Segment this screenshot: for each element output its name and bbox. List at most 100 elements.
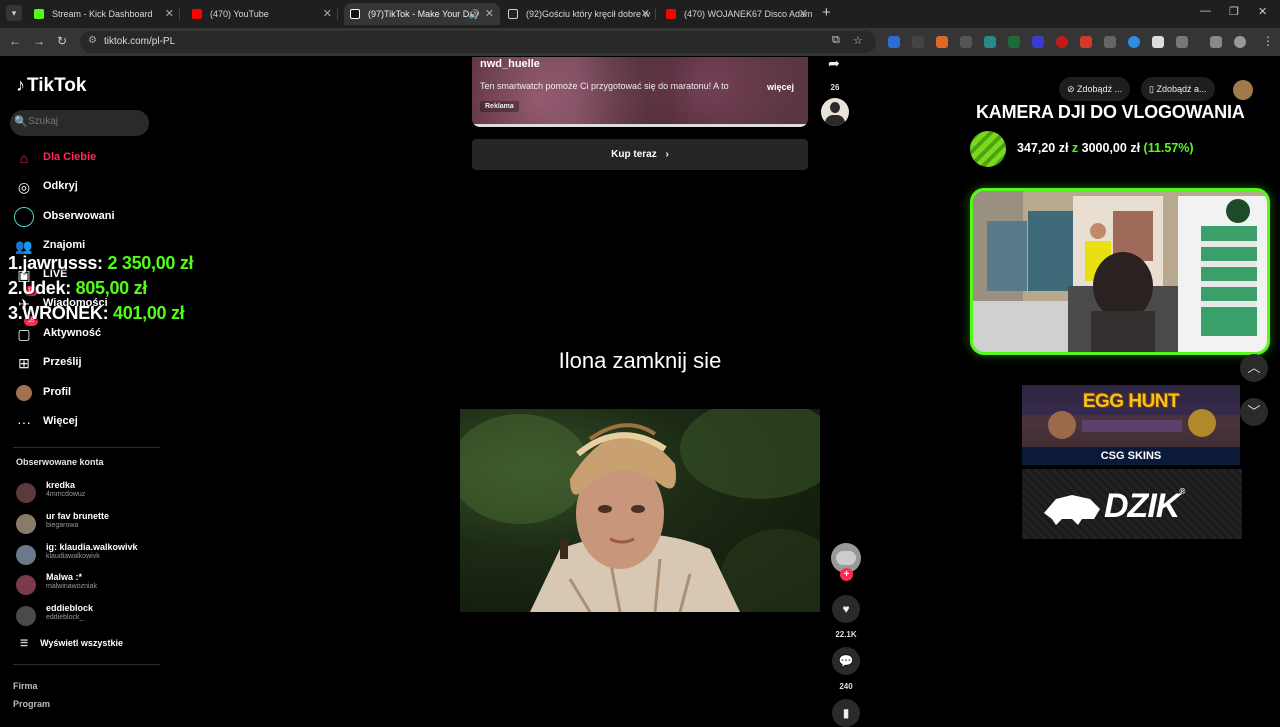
browser-tab[interactable]: (470) WOJANEK67 Disco Adam ✕ — [660, 3, 814, 25]
buy-now-button[interactable]: Kup teraz › — [472, 139, 808, 170]
donor-amount: 2 350,00 zł — [107, 253, 194, 273]
site-info-icon[interactable]: ⚙ — [88, 35, 97, 46]
browser-tab[interactable]: Stream - Kick Dashboard ✕ — [28, 3, 180, 25]
window-close-icon[interactable]: ✕ — [1258, 5, 1267, 18]
tab-close-icon[interactable]: ✕ — [641, 3, 650, 25]
footer-link-company[interactable]: Firma — [13, 681, 38, 691]
ad-username[interactable]: nwd_huelle — [480, 58, 540, 70]
tab-title: (470) YouTube — [210, 9, 269, 19]
show-all-button[interactable]: ☰ Wyświetl wszystkie — [20, 638, 123, 649]
extension-icon[interactable] — [1080, 36, 1092, 48]
browser-tab-active[interactable]: (97)TikTok - Make Your Day 🔊 ✕ — [344, 3, 500, 25]
share-icon[interactable]: ➦ — [820, 49, 848, 77]
followed-account[interactable]: ur fav brunette biegarowa — [16, 511, 166, 537]
extension-icon[interactable] — [1128, 36, 1140, 48]
search-input[interactable] — [28, 116, 146, 127]
account-name: ig: klaudia.walkowivk — [46, 542, 138, 552]
comment-icon[interactable]: 💬 — [832, 647, 860, 675]
new-tab-button[interactable]: + — [822, 4, 831, 21]
url-text[interactable]: tiktok.com/pl-PL — [104, 36, 175, 47]
forward-icon[interactable]: → — [33, 34, 45, 48]
extensions-puzzle-icon[interactable] — [1176, 36, 1188, 48]
sponsor-banner-dzik[interactable]: DZIK® — [1022, 469, 1242, 539]
bookmark-star-icon[interactable]: ☆ — [853, 34, 863, 47]
extension-icon[interactable] — [912, 36, 924, 48]
followed-account[interactable]: ig: klaudia.walkowivk klaudiawalkowivk — [16, 542, 166, 568]
back-icon[interactable]: ← — [9, 34, 21, 48]
tab-title: (470) WOJANEK67 Disco Adam — [684, 9, 813, 19]
reading-list-icon[interactable] — [1210, 36, 1222, 48]
install-app-icon[interactable]: ⧉ — [832, 34, 840, 47]
registered-mark: ® — [1179, 487, 1185, 496]
search-icon: 🔍 — [14, 116, 28, 128]
tab-close-icon[interactable]: ✕ — [165, 3, 174, 25]
profile-avatar-icon — [16, 385, 32, 401]
address-bar[interactable]: ⚙ tiktok.com/pl-PL ⧉ ☆ — [80, 31, 876, 53]
sponsor-banner-csgo-skins[interactable]: EGG HUNT CSG SKINS — [1022, 385, 1240, 465]
donor-amount: 805,00 zł — [75, 278, 148, 298]
extension-icon[interactable] — [1032, 36, 1044, 48]
nav-label: Znajomi — [43, 239, 86, 251]
kick-favicon-icon — [34, 9, 44, 19]
extension-icon[interactable] — [1056, 36, 1068, 48]
donor-leaderboard-row: 1.jawrusss: 2 350,00 zł — [8, 253, 194, 274]
goal-separator: z — [1071, 141, 1079, 155]
tiktok-profile-avatar[interactable] — [1233, 80, 1253, 100]
get-coins-pill[interactable]: ⊘ Zdobądź ... — [1059, 77, 1131, 101]
footer-link-program[interactable]: Program — [13, 699, 50, 709]
tab-close-icon[interactable]: ✕ — [485, 3, 494, 25]
account-handle: klaudiawalkowivk — [46, 553, 100, 560]
tab-title: (92)Gościu który kręcił dobre w — [526, 9, 651, 19]
avatar — [16, 514, 36, 534]
extension-icon[interactable] — [1008, 36, 1020, 48]
video-player[interactable] — [460, 409, 820, 612]
scroll-up-chevron-icon[interactable]: ︿ — [1240, 354, 1268, 382]
pill-label: Zdobądź ... — [1077, 84, 1123, 94]
followed-account[interactable]: Malwa :* malwinawozniak — [16, 572, 166, 598]
extension-icon[interactable] — [1152, 36, 1164, 48]
restore-icon[interactable]: ❐ — [1229, 5, 1239, 18]
get-app-pill[interactable]: ▯ Zdobądź a... — [1141, 77, 1215, 101]
nav-label: Obserwowani — [43, 210, 115, 222]
ad-description: Ten smartwatch pomoże Ci przygotować się… — [480, 81, 729, 91]
nav-label: Profil — [43, 386, 72, 398]
extension-icon[interactable] — [888, 36, 900, 48]
scroll-down-chevron-icon[interactable]: ﹀ — [1240, 398, 1268, 426]
extension-icon[interactable] — [984, 36, 996, 48]
compass-icon: ◎ — [17, 179, 31, 195]
bookmark-icon[interactable]: ▮ — [832, 699, 860, 727]
tab-close-icon[interactable]: ✕ — [799, 3, 808, 25]
share-count: 26 — [830, 83, 840, 92]
divider — [13, 664, 160, 665]
tab-close-icon[interactable]: ✕ — [323, 3, 332, 25]
extension-icon[interactable] — [936, 36, 948, 48]
followed-account[interactable]: eddieblock eddieblock_ — [16, 603, 166, 629]
reload-icon[interactable]: ↻ — [57, 34, 67, 48]
browser-menu-icon[interactable]: ⋮ — [1262, 34, 1274, 48]
logo-text: TikTok — [27, 75, 87, 96]
nav-label: Dla Ciebie — [43, 151, 97, 163]
boar-logo-icon — [1044, 495, 1100, 525]
search-box[interactable]: 🔍 — [10, 110, 149, 136]
ad-progress-bar — [472, 124, 808, 127]
followed-account[interactable]: kredka 4mmcdowuz — [16, 480, 166, 506]
youtube-favicon-icon — [666, 9, 676, 19]
like-heart-icon[interactable]: ♥ — [832, 595, 860, 623]
account-name: eddieblock — [46, 603, 94, 613]
profile-avatar-icon[interactable] — [1234, 36, 1246, 48]
follow-plus-icon[interactable]: + — [840, 568, 853, 581]
tiktok-logo[interactable]: ♪ TikTok — [16, 75, 86, 97]
tab-search-button[interactable]: ▾ — [6, 5, 22, 21]
browser-tab[interactable]: (470) YouTube ✕ — [186, 3, 338, 25]
ad-creator-avatar[interactable] — [821, 98, 849, 126]
video-frame — [460, 409, 820, 612]
extension-icon[interactable] — [1104, 36, 1116, 48]
audio-playing-icon[interactable]: 🔊 — [469, 3, 480, 25]
egg-hunt-title: EGG HUNT — [1082, 391, 1180, 412]
donation-goal-progress: 347,20 zł z 3000,00 zł (11.57%) — [1017, 141, 1194, 155]
dzik-logo: DZIK® — [1104, 487, 1185, 526]
ad-more-link[interactable]: więcej — [767, 82, 794, 92]
extension-icon[interactable] — [960, 36, 972, 48]
browser-tab[interactable]: (92)Gościu który kręcił dobre w ✕ — [502, 3, 656, 25]
minimize-icon[interactable]: — — [1200, 5, 1211, 17]
